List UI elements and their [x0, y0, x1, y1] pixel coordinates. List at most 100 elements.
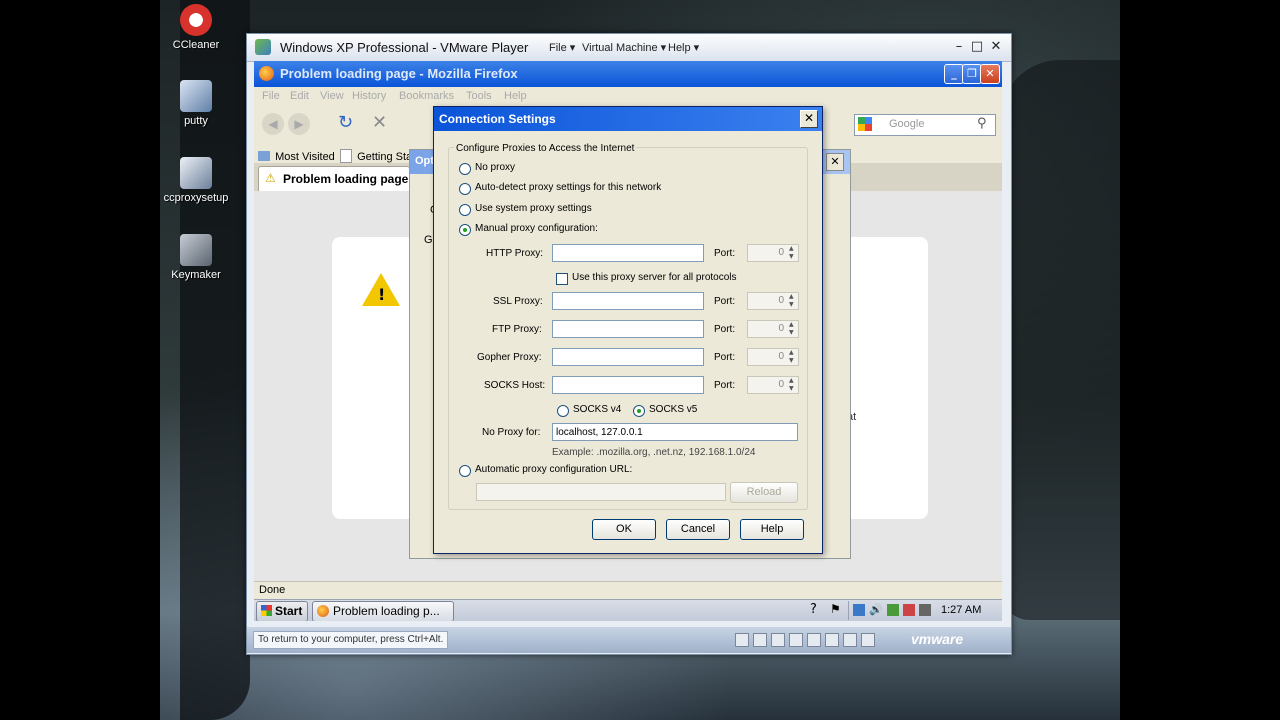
vmware-status-bar: To return to your computer, press Ctrl+A… [247, 627, 1011, 653]
auto-config-url-label: Automatic proxy configuration URL: [475, 464, 633, 475]
no-proxy-for-label: No Proxy for: [482, 427, 541, 438]
group-label: Configure Proxies to Access the Internet [454, 143, 637, 154]
desktop-icon-ccproxysetup[interactable]: ccproxysetup [156, 157, 236, 204]
reload-icon[interactable]: ↻ [338, 112, 353, 133]
restore-icon[interactable]: ❐ [962, 64, 982, 84]
auto-config-url-input[interactable] [476, 483, 726, 501]
vmware-menu-file[interactable]: File ▾ [549, 41, 575, 54]
http-port-label: Port: [714, 248, 736, 259]
close-icon[interactable]: ✕ [988, 39, 1004, 55]
windows-logo-icon [261, 605, 272, 616]
manual-proxy-radio[interactable] [459, 224, 471, 236]
menu-tools[interactable]: Tools [466, 90, 492, 102]
desktop-icon-label: CCleaner [172, 39, 220, 51]
spinner-arrows-icon[interactable]: ▲ ▼ [789, 377, 794, 393]
menu-file[interactable]: File [262, 90, 280, 102]
no-proxy-for-input[interactable]: localhost, 127.0.0.1 [552, 423, 798, 441]
device-icon[interactable] [789, 633, 803, 647]
device-icon[interactable] [825, 633, 839, 647]
help-button[interactable]: Help [740, 519, 804, 540]
reload-button[interactable]: Reload [730, 482, 798, 503]
menu-history[interactable]: History [352, 90, 386, 102]
folder-icon [258, 150, 270, 161]
spinner-arrows-icon[interactable]: ▲ ▼ [789, 321, 794, 337]
menu-bookmarks[interactable]: Bookmarks [399, 90, 454, 102]
socks-v4-radio[interactable] [557, 405, 569, 417]
xp-taskbar: Start Problem loading p... ? ⚑ 🔊 1:27 AM [254, 599, 1002, 621]
stop-icon[interactable]: ✕ [372, 112, 387, 133]
manual-proxy-label: Manual proxy configuration: [475, 223, 598, 234]
same-proxy-label: Use this proxy server for all protocols [572, 272, 737, 283]
tab-problem-loading[interactable]: ⚠ Problem loading page [258, 166, 410, 191]
desktop-icon-label: ccproxysetup [163, 192, 229, 204]
start-label: Start [275, 604, 303, 618]
start-button[interactable]: Start [256, 601, 308, 621]
help-icon[interactable]: ? [810, 602, 817, 617]
ssl-proxy-input[interactable] [552, 292, 704, 310]
search-icon[interactable]: ⚲ [977, 116, 987, 131]
ccleaner-icon [180, 4, 212, 36]
socks-host-input[interactable] [552, 376, 704, 394]
options-title: Opt [415, 155, 434, 167]
close-icon[interactable]: ✕ [800, 110, 818, 128]
bookmark-getting-started[interactable]: Getting Sta [340, 145, 412, 164]
menu-view[interactable]: View [320, 90, 344, 102]
menu-edit[interactable]: Edit [290, 90, 309, 102]
device-icon[interactable] [843, 633, 857, 647]
vmware-menu-virtual-machine[interactable]: Virtual Machine ▾ [582, 41, 666, 54]
status-bar: Done [254, 581, 1002, 600]
desktop-icon-ccleaner[interactable]: CCleaner [156, 4, 236, 51]
ccproxysetup-icon [180, 157, 212, 189]
ftp-proxy-input[interactable] [552, 320, 704, 338]
desktop-icon-keymaker[interactable]: Keymaker [156, 234, 236, 281]
taskbar-item-firefox[interactable]: Problem loading p... [312, 601, 454, 621]
back-icon[interactable]: ◀ [262, 113, 284, 135]
socks-v5-radio[interactable] [633, 405, 645, 417]
security-icon[interactable] [903, 604, 915, 616]
close-icon[interactable]: ✕ [980, 64, 1000, 84]
auto-config-url-radio[interactable] [459, 465, 471, 477]
system-proxy-radio[interactable] [459, 204, 471, 216]
connection-settings-dialog: Connection Settings ✕ Configure Proxies … [433, 106, 823, 554]
no-proxy-example: Example: .mozilla.org, .net.nz, 192.168.… [552, 447, 756, 458]
search-box[interactable]: Google ⚲ [854, 114, 996, 136]
spinner-arrows-icon[interactable]: ▲ ▼ [789, 349, 794, 365]
vmware-menu-help[interactable]: Help ▾ [668, 41, 699, 54]
same-proxy-checkbox[interactable] [556, 273, 568, 285]
tray-app-icon[interactable] [919, 604, 931, 616]
menu-help[interactable]: Help [504, 90, 527, 102]
minimize-icon[interactable]: _ [944, 64, 964, 84]
forward-icon[interactable]: ▶ [288, 113, 310, 135]
network-icon[interactable] [853, 604, 865, 616]
close-icon[interactable]: ✕ [826, 153, 844, 171]
volume-icon[interactable]: 🔊 [869, 603, 883, 616]
device-icon[interactable] [861, 633, 875, 647]
spinner-arrows-icon[interactable]: ▲ ▼ [789, 245, 794, 261]
desktop-icon-label: Keymaker [171, 269, 221, 281]
warning-exclamation: ! [378, 285, 386, 304]
keymaker-icon [180, 234, 212, 266]
device-icon[interactable] [735, 633, 749, 647]
vmware-hint: To return to your computer, press Ctrl+A… [253, 631, 449, 649]
device-icon[interactable] [753, 633, 767, 647]
gopher-proxy-input[interactable] [552, 348, 704, 366]
tray-app-icon[interactable] [887, 604, 899, 616]
device-icon[interactable] [771, 633, 785, 647]
status-text: Done [259, 584, 286, 596]
cancel-button[interactable]: Cancel [666, 519, 730, 540]
auto-detect-radio[interactable] [459, 183, 471, 195]
device-icon[interactable] [807, 633, 821, 647]
spinner-arrows-icon[interactable]: ▲ ▼ [789, 293, 794, 309]
minimize-icon[interactable]: – [951, 39, 967, 55]
gopher-proxy-label: Gopher Proxy: [477, 352, 542, 363]
notification-icon[interactable]: ⚑ [830, 602, 841, 616]
desktop-icon-putty[interactable]: putty [156, 80, 236, 127]
vmware-title: Windows XP Professional - VMware Player [280, 40, 529, 55]
clock: 1:27 AM [941, 604, 982, 616]
http-proxy-input[interactable] [552, 244, 704, 262]
search-placeholder: Google [889, 118, 925, 130]
no-proxy-radio[interactable] [459, 163, 471, 175]
maximize-icon[interactable]: □ [969, 39, 985, 55]
ok-button[interactable]: OK [592, 519, 656, 540]
bookmark-most-visited[interactable]: Most Visited [258, 145, 335, 164]
